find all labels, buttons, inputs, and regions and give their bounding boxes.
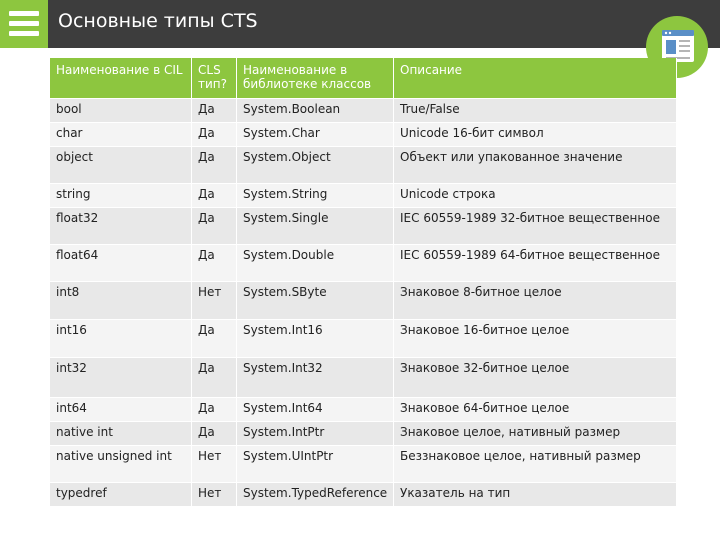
cell-library-name: System.Int64	[237, 398, 394, 422]
table-row: int8 Нет System.SByte Знаковое 8-битное цел…	[50, 282, 677, 320]
cell-description: IEC 60559-1989 64-битное вещественное	[394, 245, 677, 282]
table-row: string Да System.String Unicode строка	[50, 184, 677, 208]
cell-cls-type: Да	[192, 99, 237, 123]
cell-description: Знаковое 16-битное целое	[394, 320, 677, 358]
slide-title: Основные типы CTS	[58, 10, 258, 32]
cell-description: Объект или упакованное значение	[394, 147, 677, 184]
table-row: int16 Да System.Int16 Знаковое 16-битное це…	[50, 320, 677, 358]
cell-cil-name: float64	[50, 245, 192, 282]
cell-library-name: System.Single	[237, 208, 394, 245]
cell-cil-name: int8	[50, 282, 192, 320]
cell-cls-type: Да	[192, 245, 237, 282]
table-row: float32 Да System.Single IEC 60559-1989 32-…	[50, 208, 677, 245]
menu-line	[9, 31, 39, 36]
cell-library-name: System.Double	[237, 245, 394, 282]
table-row: native int Да System.IntPtr Знаковое целое,…	[50, 422, 677, 446]
cell-cil-name: int16	[50, 320, 192, 358]
cell-library-name: System.IntPtr	[237, 422, 394, 446]
slide-header: Основные типы CTS	[0, 0, 720, 48]
table-row: char Да System.Char Unicode 16-бит символ	[50, 123, 677, 147]
table-row: object Да System.Object Объект или упакован…	[50, 147, 677, 184]
cell-library-name: System.Int16	[237, 320, 394, 358]
cell-cil-name: native unsigned int	[50, 446, 192, 483]
cell-cil-name: string	[50, 184, 192, 208]
cell-cil-name: bool	[50, 99, 192, 123]
col-header-cil-name: Наименование в CIL	[50, 58, 192, 99]
cell-library-name: System.TypedReference	[237, 483, 394, 507]
cell-description: Знаковое 32-битное целое	[394, 358, 677, 398]
cell-description: Unicode 16-бит символ	[394, 123, 677, 147]
cell-cil-name: char	[50, 123, 192, 147]
cell-library-name: System.Int32	[237, 358, 394, 398]
cell-library-name: System.String	[237, 184, 394, 208]
col-header-library-name: Наименование в библиотеке классов	[237, 58, 394, 99]
cell-description: Знаковое 8-битное целое	[394, 282, 677, 320]
cell-description: IEC 60559-1989 32-битное вещественное	[394, 208, 677, 245]
table-row: float64 Да System.Double IEC 60559-1989 64-…	[50, 245, 677, 282]
cell-cls-type: Да	[192, 123, 237, 147]
cell-cil-name: float32	[50, 208, 192, 245]
table-row: native unsigned int Нет System.UIntPtr Безз…	[50, 446, 677, 483]
cell-cil-name: object	[50, 147, 192, 184]
cts-types-table: Наименование в CIL CLS тип? Наименование…	[50, 58, 677, 507]
cell-library-name: System.Object	[237, 147, 394, 184]
cell-description: Знаковое целое, нативный размер	[394, 422, 677, 446]
cell-cil-name: int32	[50, 358, 192, 398]
cell-cls-type: Нет	[192, 483, 237, 507]
table-row: bool Да System.Boolean True/False	[50, 99, 677, 123]
table-row: int64 Да System.Int64 Знаковое 64-битное це…	[50, 398, 677, 422]
cell-description: True/False	[394, 99, 677, 123]
cell-cls-type: Нет	[192, 282, 237, 320]
menu-line	[9, 11, 39, 16]
cell-library-name: System.Boolean	[237, 99, 394, 123]
cell-cls-type: Да	[192, 208, 237, 245]
cell-cls-type: Да	[192, 184, 237, 208]
cell-cil-name: native int	[50, 422, 192, 446]
cell-cls-type: Да	[192, 358, 237, 398]
cell-description: Unicode строка	[394, 184, 677, 208]
cell-description: Беззнаковое целое, нативный размер	[394, 446, 677, 483]
table-row: int32 Да System.Int32 Знаковое 32-битное це…	[50, 358, 677, 398]
col-header-cls-type: CLS тип?	[192, 58, 237, 99]
cell-cls-type: Да	[192, 398, 237, 422]
cell-description: Знаковое 64-битное целое	[394, 398, 677, 422]
table-row: typedref Нет System.TypedReference Указател…	[50, 483, 677, 507]
cell-cls-type: Да	[192, 422, 237, 446]
col-header-description: Описание	[394, 58, 677, 99]
cell-library-name: System.UIntPtr	[237, 446, 394, 483]
menu-line	[9, 21, 39, 26]
cell-description: Указатель на тип	[394, 483, 677, 507]
cell-cil-name: int64	[50, 398, 192, 422]
cell-library-name: System.Char	[237, 123, 394, 147]
cell-cls-type: Нет	[192, 446, 237, 483]
cell-cls-type: Да	[192, 147, 237, 184]
cell-cls-type: Да	[192, 320, 237, 358]
cell-library-name: System.SByte	[237, 282, 394, 320]
table-header-row: Наименование в CIL CLS тип? Наименование…	[50, 58, 677, 99]
hamburger-menu-icon[interactable]	[0, 0, 48, 48]
cell-cil-name: typedref	[50, 483, 192, 507]
